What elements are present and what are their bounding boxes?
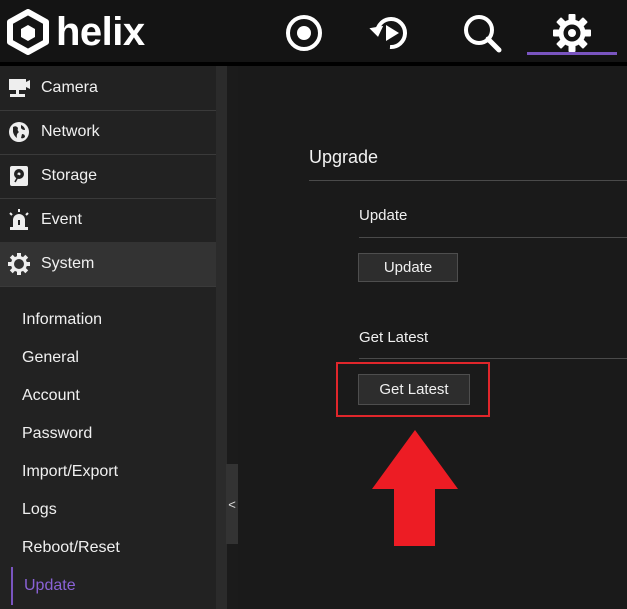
sidebar-item-label: Event <box>41 211 82 228</box>
highlight-box <box>336 362 490 417</box>
settings-gear-icon[interactable] <box>549 10 595 56</box>
alarm-siren-icon <box>7 208 31 232</box>
get-latest-divider <box>359 358 627 359</box>
update-button[interactable]: Update <box>358 253 458 282</box>
get-latest-subtitle: Get Latest <box>359 329 429 346</box>
sidebar-item-label: Camera <box>41 79 98 96</box>
section-divider <box>309 180 627 181</box>
sidebar-item-event[interactable]: Event <box>0 198 216 242</box>
search-icon[interactable] <box>459 10 505 56</box>
playback-icon[interactable] <box>367 10 413 56</box>
sidebar-item-system[interactable]: System <box>0 242 216 286</box>
sidebar-item-network[interactable]: Network <box>0 110 216 154</box>
sidebar-item-label: Network <box>41 123 100 140</box>
active-subitem-indicator <box>11 567 13 605</box>
sidebar-item-label: Storage <box>41 167 98 184</box>
gear-icon <box>7 252 31 276</box>
update-subtitle: Update <box>359 207 408 224</box>
helix-logo[interactable]: helix <box>6 8 145 56</box>
chevron-left-icon: < <box>228 496 236 512</box>
subitem-general[interactable]: General <box>22 349 79 367</box>
menu-divider <box>0 286 216 287</box>
hexagon-logo-icon <box>7 9 49 55</box>
camera-icon <box>7 76 31 100</box>
subitem-information[interactable]: Information <box>22 311 102 329</box>
active-nav-indicator <box>527 52 617 55</box>
subitem-reboot-reset[interactable]: Reboot/Reset <box>22 539 120 557</box>
sidebar-item-camera[interactable]: Camera <box>0 66 216 110</box>
hard-drive-icon <box>7 164 31 188</box>
live-view-icon[interactable] <box>281 10 327 56</box>
subitem-account[interactable]: Account <box>22 387 80 405</box>
globe-icon <box>7 120 31 144</box>
subitem-update[interactable]: Update <box>24 577 76 595</box>
section-title-upgrade: Upgrade <box>309 147 379 167</box>
logo-text: helix <box>56 10 145 54</box>
sidebar-item-label: System <box>41 255 95 272</box>
update-divider <box>359 237 627 238</box>
subitem-logs[interactable]: Logs <box>22 501 57 519</box>
sidebar-item-storage[interactable]: Storage <box>0 154 216 198</box>
red-up-arrow-icon <box>372 430 458 546</box>
subitem-import-export[interactable]: Import/Export <box>22 463 118 481</box>
collapse-sidebar-button[interactable]: < <box>226 464 238 544</box>
top-bar: helix <box>0 0 627 62</box>
subitem-password[interactable]: Password <box>22 425 92 443</box>
